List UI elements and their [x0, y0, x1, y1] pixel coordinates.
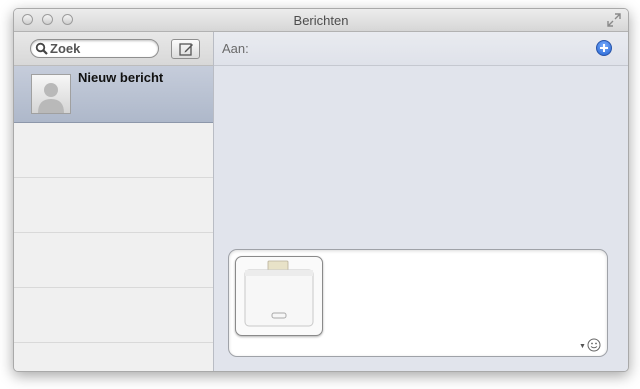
attachment-thumbnail[interactable]: [235, 256, 323, 336]
message-input[interactable]: ▼: [228, 249, 608, 357]
list-item: [14, 233, 213, 288]
conversation-item-new-message[interactable]: Nieuw bericht: [14, 66, 213, 123]
conversation-sidebar: Zoek Nieuw bericht: [14, 32, 214, 371]
list-item: [14, 123, 213, 178]
new-message-button[interactable]: [171, 39, 200, 59]
conversation-pane: Aan: ▼: [214, 32, 628, 371]
window-title: Berichten: [293, 13, 349, 28]
messages-window: Berichten Zoek Nieuw bericht Aan: ▼: [13, 8, 629, 372]
emoji-menu-arrow[interactable]: ▼: [579, 343, 586, 350]
search-input[interactable]: Zoek: [30, 39, 159, 58]
recipient-bar[interactable]: Aan:: [214, 32, 628, 66]
list-item: [14, 178, 213, 233]
list-item: [14, 288, 213, 343]
compose-icon: [179, 43, 193, 56]
avatar: [31, 74, 71, 114]
title-bar: Berichten: [14, 9, 628, 32]
smiley-icon[interactable]: [587, 338, 601, 352]
adapter-image: [244, 260, 314, 327]
add-recipient-button[interactable]: [596, 40, 612, 56]
search-icon: [35, 42, 48, 55]
search-placeholder: Zoek: [50, 41, 81, 56]
sidebar-toolbar: Zoek: [14, 32, 213, 66]
recipient-label: Aan:: [222, 41, 249, 56]
conversation-name: Nieuw bericht: [78, 70, 164, 85]
fullscreen-icon[interactable]: [607, 13, 621, 27]
person-icon: [38, 83, 64, 113]
